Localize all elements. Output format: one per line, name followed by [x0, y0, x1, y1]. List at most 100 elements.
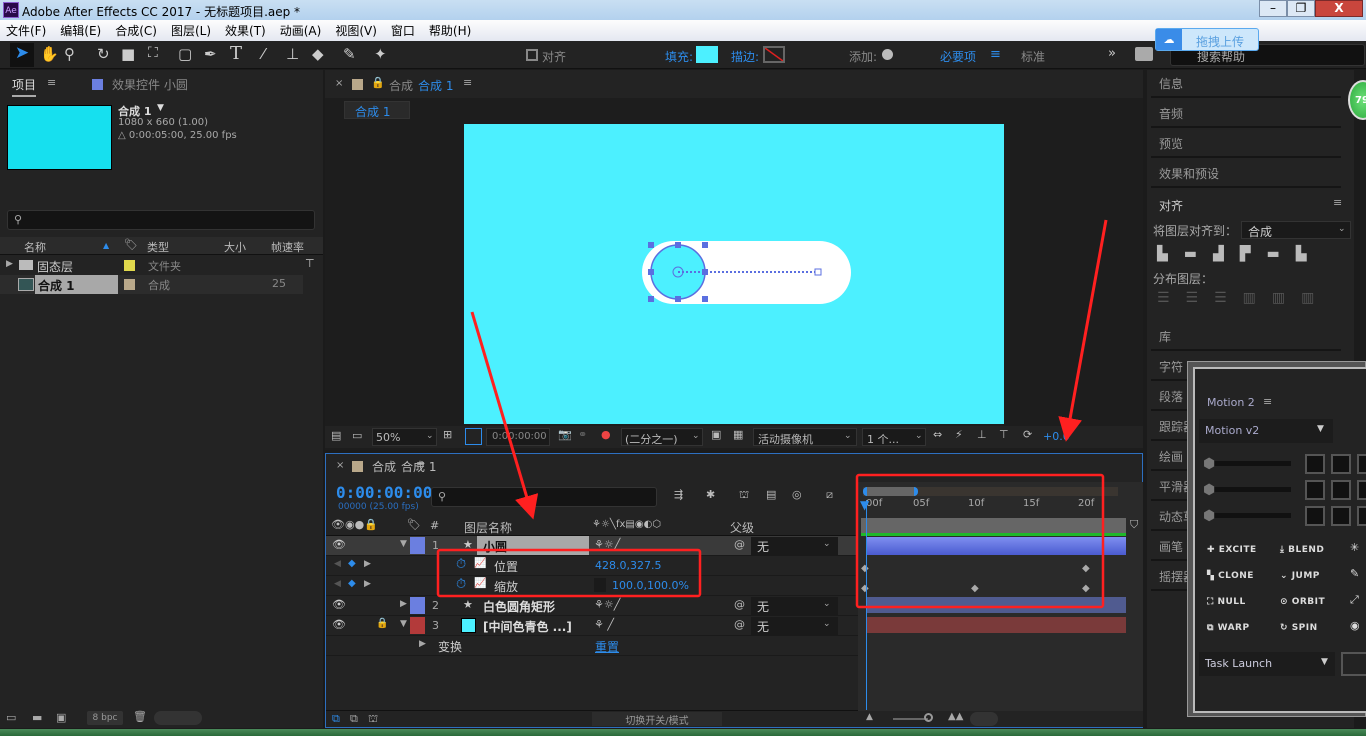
keyframe[interactable]: ◆ [1082, 583, 1090, 594]
zoom-dropdown[interactable]: 50% ⌄ [372, 428, 437, 446]
menu-effect[interactable]: 效果(T) [225, 22, 266, 39]
project-search-input[interactable]: ⚲ [7, 210, 315, 230]
col-type[interactable]: 类型 [147, 239, 169, 255]
parent-dropdown[interactable]: 无 ⌄ [751, 537, 838, 555]
panel-info[interactable]: 信息 [1151, 70, 1341, 98]
monitor-icon[interactable]: ▭ [352, 429, 362, 442]
align-to-dropdown[interactable]: 合成 ⌄ [1241, 221, 1351, 239]
camera-tool-icon[interactable]: ■ [121, 45, 135, 63]
timeline-graph[interactable]: 00f 05f 10f 15f 20f ◆ ◆ ◆ ◆ ◆ ▼ ⛉ ▲ ▲▲ [858, 482, 1143, 727]
collapse-icon[interactable]: ▼ [400, 539, 407, 549]
menu-view[interactable]: 视图(V) [335, 22, 377, 39]
keyframe[interactable]: ◆ [1082, 563, 1090, 574]
graph-icon[interactable]: 📈 [474, 578, 486, 589]
safe-zones-icon[interactable]: ⊞ [443, 428, 452, 441]
layer-name[interactable]: 小圆 [477, 536, 589, 555]
null-button[interactable]: ⛶ NULL [1207, 597, 1246, 607]
puppet-tool-icon[interactable]: ✦ [374, 45, 387, 63]
panel-menu-icon[interactable]: ≡ [416, 458, 425, 471]
text-tool-icon[interactable]: T [230, 43, 242, 64]
eraser-tool-icon[interactable]: ◆ [312, 45, 324, 63]
composition-mini-flowchart-icon[interactable]: ⇶ [674, 488, 683, 501]
restore-button[interactable]: ❐ [1287, 0, 1315, 17]
layer-bar-1[interactable] [866, 537, 1126, 555]
time-ruler[interactable]: 00f 05f 10f 15f 20f [858, 498, 1133, 518]
expand-switches-icon[interactable]: ⧉ [350, 712, 358, 726]
pickwhip-icon[interactable]: @ [734, 598, 745, 611]
reset-exposure-icon[interactable]: ⟳ [1023, 428, 1032, 441]
anchor-right-button[interactable] [1357, 480, 1366, 500]
comp-flowchart-icon[interactable]: ⧉ [332, 712, 340, 726]
flowchart-icon[interactable]: ⊤ [999, 428, 1009, 441]
flowchart-icon[interactable]: ⊤ [305, 257, 315, 270]
anchor-top-left-button[interactable] [1305, 454, 1325, 474]
stroke-color-swatch[interactable] [763, 46, 785, 63]
zoom-slider-handle[interactable] [924, 713, 933, 722]
minimize-button[interactable]: – [1259, 0, 1287, 17]
workspace-standard[interactable]: 标准 [1021, 48, 1045, 65]
transparency-grid-icon[interactable]: ▦ [733, 428, 743, 441]
panel-effects-presets[interactable]: 效果和预设 [1151, 160, 1341, 188]
align-checkbox[interactable] [526, 49, 538, 61]
label-color[interactable] [410, 597, 425, 614]
layer-switches[interactable]: ⚘☼╱ [594, 598, 620, 611]
layer-name[interactable]: 白色圆角矩形 [483, 598, 555, 615]
lock-icon[interactable]: 🔒 [376, 618, 388, 629]
layer-switches[interactable]: ⚘☼╱ [594, 538, 620, 551]
visibility-eye-icon[interactable]: 👁 [332, 538, 346, 551]
exposure-value[interactable]: +0.0 [1043, 430, 1070, 443]
expand-icon[interactable]: ▶ [419, 639, 426, 649]
task-launch-dropdown[interactable]: Task Launch ▼ [1199, 652, 1335, 676]
label-color[interactable] [410, 537, 425, 554]
region-of-interest-icon[interactable]: ▣ [711, 428, 721, 441]
graph-icon[interactable]: 📈 [474, 558, 486, 569]
add-play-icon[interactable] [882, 49, 893, 60]
motion-blur-icon[interactable]: ◎ [792, 488, 802, 501]
visibility-eye-icon[interactable]: 👁 [332, 618, 346, 631]
keyframe-nav-icon[interactable]: ◆ [348, 558, 356, 569]
layer-row[interactable]: 👁 ▶ 2 ★ 白色圆角矩形 ⚘☼╱ @ 无 ⌄ [326, 596, 858, 616]
fast-previews-icon[interactable]: ⚡ [955, 428, 963, 441]
layer-switches[interactable]: ⚘ ╱ [594, 618, 614, 631]
align-buttons[interactable]: ▙▬▟▛▬▙ [1157, 246, 1347, 264]
shy-layers-icon[interactable]: ⛫ [739, 488, 749, 503]
project-scrollbar[interactable] [154, 711, 202, 725]
pan-behind-tool-icon[interactable]: ⛶ [148, 45, 158, 61]
resolution-dropdown[interactable]: (二分之一) ⌄ [621, 428, 703, 446]
workspace-menu-icon[interactable]: ≡ [990, 47, 1001, 62]
anchor-left-button[interactable] [1305, 480, 1325, 500]
label-color[interactable] [124, 260, 135, 271]
menu-edit[interactable]: 编辑(E) [60, 22, 101, 39]
project-item-folder[interactable]: ▶ 固态层 文件夹 ⊤ [0, 256, 323, 275]
views-dropdown[interactable]: 1 个... ⌄ [862, 428, 926, 446]
timeline-scrollbar[interactable] [970, 712, 998, 726]
comp-marker-bin-icon[interactable]: ⛉ [1130, 518, 1138, 532]
panel-menu-icon[interactable]: ≡ [463, 76, 472, 89]
workspace-essentials[interactable]: 必要项 [940, 48, 976, 65]
comp-tab-title[interactable]: 合成 [389, 77, 413, 94]
parent-dropdown[interactable]: 无 ⌄ [751, 597, 838, 615]
layer-bar-3[interactable] [866, 617, 1126, 633]
close-button[interactable]: X [1315, 0, 1363, 17]
panel-audio[interactable]: 音频 [1151, 100, 1341, 128]
stopwatch-icon[interactable]: ⏱ [456, 577, 466, 592]
menu-file[interactable]: 文件(F) [6, 22, 46, 39]
expand-icon[interactable]: ▶ [400, 599, 407, 609]
anchor-bottom-right-button[interactable] [1357, 506, 1366, 526]
transform-row[interactable]: ▶ 变换 重置 [326, 636, 858, 656]
expand-icon[interactable]: ▶ [6, 259, 13, 269]
shape-tool-icon[interactable]: ▢ [178, 45, 192, 63]
anchor-bottom-left-button[interactable] [1305, 506, 1325, 526]
camera-dropdown[interactable]: 活动摄像机 ⌄ [753, 428, 857, 446]
zoom-in-icon[interactable]: ▲▲ [948, 711, 963, 722]
zoom-slider[interactable] [893, 718, 928, 720]
visibility-eye-icon[interactable]: 👁 [332, 598, 346, 611]
motion2-preset-dropdown[interactable]: Motion v2 ▼ [1199, 419, 1333, 443]
excite-button[interactable]: ✚ EXCITE [1207, 545, 1257, 555]
interpret-footage-icon[interactable]: ▭ [6, 711, 16, 724]
frame-blending-icon[interactable]: ▤ [766, 488, 776, 501]
menu-composition[interactable]: 合成(C) [115, 22, 157, 39]
motion2-slider[interactable]: ⬢ [1203, 508, 1291, 524]
current-time-indicator[interactable] [866, 500, 867, 710]
zoom-tool-icon[interactable]: ⚲ [64, 45, 75, 63]
